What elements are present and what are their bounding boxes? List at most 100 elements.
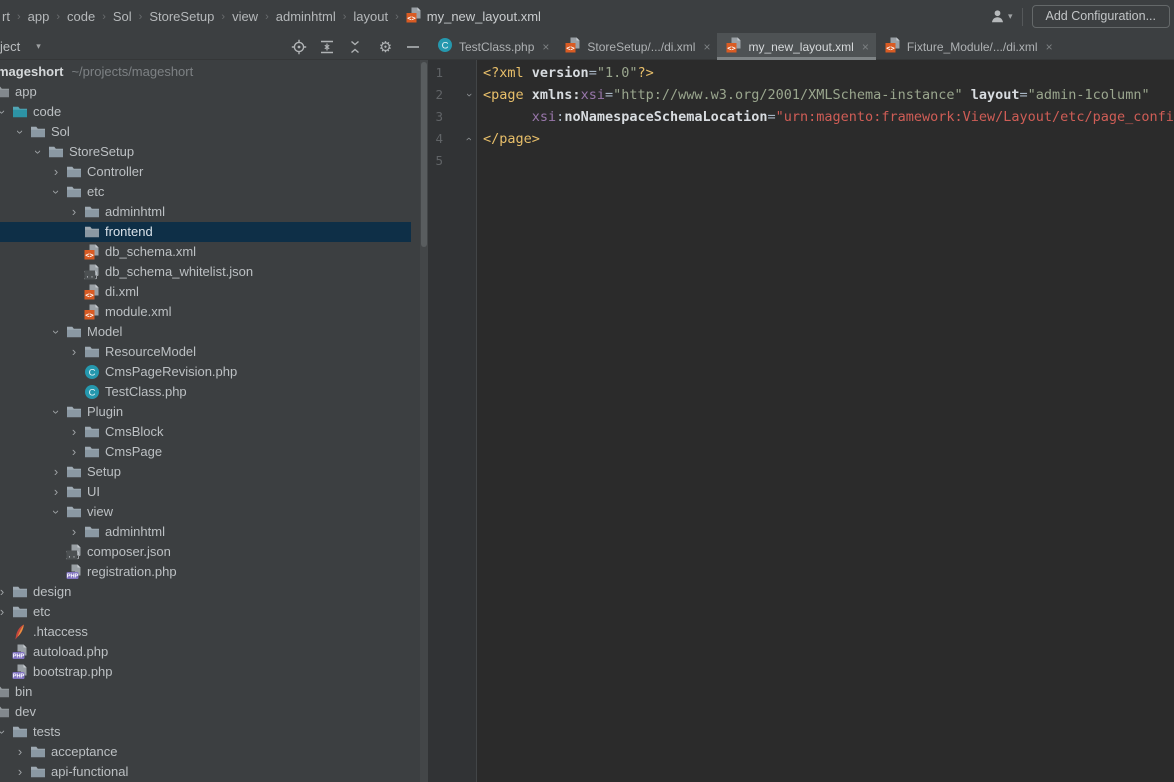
chevron-collapsed-icon[interactable]: › (0, 582, 9, 602)
chevron-expanded-icon[interactable]: › (46, 325, 66, 339)
chevron-collapsed-icon[interactable]: › (49, 162, 63, 182)
xml-file-icon: <> (406, 7, 422, 26)
tab-close-icon[interactable]: × (862, 40, 869, 54)
tree-item-controller[interactable]: ›Controller (0, 162, 411, 182)
tree-item-api-functional[interactable]: ›api-functional (0, 762, 411, 782)
tree-item-acceptance[interactable]: ›acceptance (0, 742, 411, 762)
hide-panel-icon[interactable] (404, 38, 421, 55)
settings-gear-icon[interactable]: ⚙ (377, 38, 394, 55)
tree-item-view[interactable]: ›view (0, 502, 411, 522)
breadcrumb-separator: › (102, 11, 106, 23)
tree-item-htaccess[interactable]: .htaccess (0, 622, 411, 642)
user-menu-button[interactable]: ▾ (989, 8, 1013, 25)
tree-item-label: adminhtml (105, 202, 165, 222)
fold-marker-icon[interactable]: › (458, 132, 480, 146)
tree-item-dev[interactable]: ›dev (0, 702, 411, 722)
editor-code-area[interactable]: <?xml version="1.0"?><page xmlns:xsi="ht… (477, 60, 1174, 782)
chevron-collapsed-icon[interactable]: › (13, 762, 27, 782)
fold-marker-icon[interactable]: › (458, 88, 480, 102)
tree-item-tests[interactable]: ›tests (0, 722, 411, 742)
tab-my-new-layout-xml[interactable]: <>my_new_layout.xml× (717, 33, 875, 60)
chevron-collapsed-icon[interactable]: › (0, 602, 9, 622)
tree-item-label: code (33, 102, 61, 122)
locate-icon[interactable] (290, 38, 307, 55)
chevron-expanded-icon[interactable]: › (46, 405, 66, 419)
tree-item-autoload-php[interactable]: PHPautoload.php (0, 642, 411, 662)
tree-item-label: di.xml (105, 282, 139, 302)
tree-item-registration-php[interactable]: PHPregistration.php (0, 562, 411, 582)
chevron-expanded-icon[interactable]: › (46, 505, 66, 519)
chevron-collapsed-icon[interactable]: › (67, 342, 81, 362)
breadcrumb-item-sol[interactable]: Sol (113, 9, 132, 24)
expand-all-icon[interactable] (318, 38, 335, 55)
tab-close-icon[interactable]: × (542, 40, 549, 54)
chevron-collapsed-icon[interactable]: › (67, 522, 81, 542)
chevron-expanded-icon[interactable]: › (46, 185, 66, 199)
chevron-expanded-icon[interactable]: › (0, 725, 12, 739)
scrollbar-thumb[interactable] (421, 62, 427, 247)
project-tree-scrollbar[interactable] (420, 60, 428, 782)
tree-item-di-xml[interactable]: <>di.xml (0, 282, 411, 302)
dropdown-caret-icon: ▾ (1008, 11, 1013, 22)
tree-item-bootstrap-php[interactable]: PHPbootstrap.php (0, 662, 411, 682)
add-configuration-button[interactable]: Add Configuration... (1032, 5, 1171, 28)
tree-item-db-schema-whitelist-json[interactable]: {..}db_schema_whitelist.json (0, 262, 411, 282)
collapse-all-icon[interactable] (346, 38, 363, 55)
tree-item-cmspage[interactable]: ›CmsPage (0, 442, 411, 462)
tree-item-plugin[interactable]: ›Plugin (0, 402, 411, 422)
breadcrumb-item-view[interactable]: view (232, 9, 258, 24)
breadcrumb-item-app[interactable]: app (28, 9, 50, 24)
breadcrumb-item-code[interactable]: code (67, 9, 95, 24)
tree-item-etc[interactable]: ›etc (0, 182, 411, 202)
chevron-expanded-icon[interactable]: › (10, 125, 30, 139)
tree-item-adminhtml[interactable]: › adminhtml (0, 202, 411, 222)
breadcrumb-item-adminhtml[interactable]: adminhtml (276, 9, 336, 24)
tree-item-bin[interactable]: bin (0, 682, 411, 702)
tree-item-code[interactable]: › code (0, 102, 411, 122)
chevron-expanded-icon[interactable]: › (0, 105, 12, 119)
tree-item-db-schema-xml[interactable]: <>db_schema.xml (0, 242, 411, 262)
breadcrumb-item-rt[interactable]: rt (2, 9, 10, 24)
tab-close-icon[interactable]: × (1046, 40, 1053, 54)
chevron-collapsed-icon[interactable]: › (13, 742, 27, 762)
tree-item-module-xml[interactable]: <>module.xml (0, 302, 411, 322)
chevron-collapsed-icon[interactable]: › (49, 462, 63, 482)
tree-item-ui[interactable]: ›UI (0, 482, 411, 502)
chevron-collapsed-icon[interactable]: › (49, 482, 63, 502)
tree-item-model[interactable]: ›Model (0, 322, 411, 342)
tab-close-icon[interactable]: × (703, 40, 710, 54)
line-number: 3 (428, 106, 443, 128)
breadcrumb-item-storesetup[interactable]: StoreSetup (149, 9, 214, 24)
tree-item-composer-json[interactable]: {..}composer.json (0, 542, 411, 562)
tree-item-resourcemodel[interactable]: ›ResourceModel (0, 342, 411, 362)
tab-fixture-module-di-xml[interactable]: <>Fixture_Module/.../di.xml× (876, 33, 1060, 60)
folder-icon (30, 124, 46, 140)
tree-item-app[interactable]: ›app (0, 82, 411, 102)
breadcrumb-current-file[interactable]: <>my_new_layout.xml (406, 7, 541, 26)
tree-item-cmspagerevision-php[interactable]: CCmsPageRevision.php (0, 362, 411, 382)
chevron-expanded-icon[interactable]: › (28, 145, 48, 159)
breadcrumb-item-layout[interactable]: layout (353, 9, 388, 24)
tree-item-sol[interactable]: ›Sol (0, 122, 411, 142)
tab-storesetup-di-xml[interactable]: <>StoreSetup/.../di.xml× (556, 33, 717, 60)
xml-file-icon: <> (84, 244, 100, 260)
line-number: 4 (428, 128, 443, 150)
tree-item-mageshort[interactable]: ›mageshort~/projects/mageshort (0, 62, 411, 82)
tab-testclass-php[interactable]: CTestClass.php× (428, 33, 556, 60)
folder-icon (30, 744, 46, 760)
project-panel-title[interactable]: ject ▾ (0, 33, 41, 60)
tree-item-setup[interactable]: ›Setup (0, 462, 411, 482)
tree-item-etc[interactable]: ›etc (0, 602, 411, 622)
tree-item-frontend[interactable]: frontend (0, 222, 411, 242)
chevron-collapsed-icon[interactable]: › (67, 422, 81, 442)
tree-item-testclass-php[interactable]: CTestClass.php (0, 382, 411, 402)
tree-item-storesetup[interactable]: ›StoreSetup (0, 142, 411, 162)
tree-item-cmsblock[interactable]: ›CmsBlock (0, 422, 411, 442)
chevron-collapsed-icon[interactable]: › (67, 442, 81, 462)
tree-item-adminhtml[interactable]: ›adminhtml (0, 522, 411, 542)
code-line-1: <?xml version="1.0"?> (483, 62, 654, 84)
folder-icon (66, 324, 82, 340)
chevron-collapsed-icon[interactable]: › (67, 202, 81, 222)
folder-dim-icon (0, 704, 10, 720)
tree-item-design[interactable]: ›design (0, 582, 411, 602)
